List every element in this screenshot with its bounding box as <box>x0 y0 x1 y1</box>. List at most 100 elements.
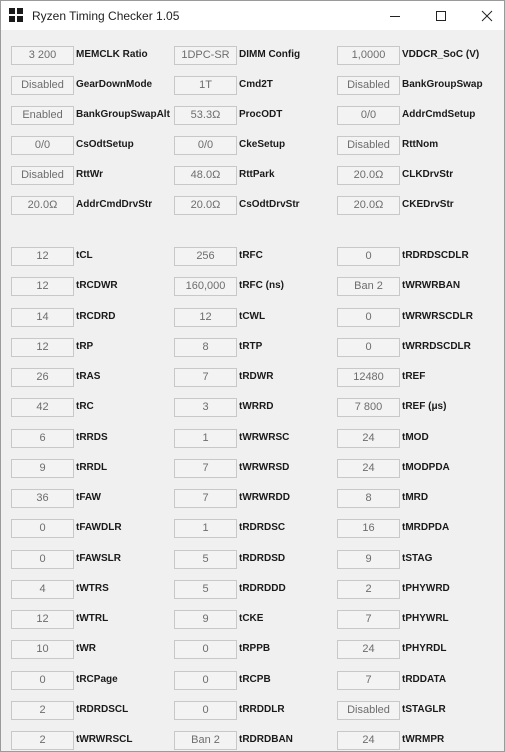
twrwrscl-value[interactable]: 2 <box>11 731 74 750</box>
cmd2t-value[interactable]: 1T <box>174 76 237 95</box>
trppb-value[interactable]: 0 <box>174 640 237 659</box>
twrwrdd-label: tWRWRDD <box>239 492 290 503</box>
csodtdrvstr-value[interactable]: 20.0Ω <box>174 196 237 215</box>
trrdl-value[interactable]: 9 <box>11 459 74 478</box>
twrwrsc-label: tWRWRSC <box>239 432 290 443</box>
procodt-label: ProcODT <box>239 109 283 120</box>
tmod-label: tMOD <box>402 432 429 443</box>
trcpage-label: tRCPage <box>76 674 118 685</box>
twr-value[interactable]: 10 <box>11 640 74 659</box>
maximize-button[interactable] <box>418 1 464 30</box>
trdrdsd-value[interactable]: 5 <box>174 550 237 569</box>
title-bar[interactable]: Ryzen Timing Checker 1.05 <box>1 1 504 30</box>
twrwrsc-value[interactable]: 1 <box>174 429 237 448</box>
twtrl-value[interactable]: 12 <box>11 610 74 629</box>
tmrdpda-value[interactable]: 16 <box>337 519 400 538</box>
twrwrdd-value[interactable]: 7 <box>174 489 237 508</box>
twrrdscdlr-label: tWRRDSCDLR <box>402 341 471 352</box>
trp-label: tRP <box>76 341 94 352</box>
tphyrdl-label: tPHYRDL <box>402 643 447 654</box>
twrwrban-value[interactable]: Ban 2 <box>337 277 400 296</box>
twrwrsd-value[interactable]: 7 <box>174 459 237 478</box>
ckedrvstr-value[interactable]: 20.0Ω <box>337 196 400 215</box>
trppb-label: tRPPB <box>239 643 271 654</box>
tcke-value[interactable]: 9 <box>174 610 237 629</box>
csodtdrvstr-label: CsOdtDrvStr <box>239 199 300 210</box>
csodtsetup-value[interactable]: 0/0 <box>11 136 74 155</box>
trcdrd-value[interactable]: 14 <box>11 308 74 327</box>
trrdl-label: tRRDL <box>76 462 108 473</box>
dimm-config-value[interactable]: 1DPC-SR <box>174 46 237 65</box>
ckesetup-label: CkeSetup <box>239 139 286 150</box>
bankgroupswapalt-value[interactable]: Enabled <box>11 106 74 125</box>
timings-panel: 3 200 MEMCLK Ratio 1DPC-SR DIMM Config 1,000… <box>1 30 504 751</box>
twrrd-value[interactable]: 3 <box>174 398 237 417</box>
trrddlr-label: tRRDDLR <box>239 704 285 715</box>
trdrdscl-value[interactable]: 2 <box>11 701 74 720</box>
trdwr-value[interactable]: 7 <box>174 368 237 387</box>
tfawdlr-value[interactable]: 0 <box>11 519 74 538</box>
twrmpr-value[interactable]: 24 <box>337 731 400 750</box>
trrddlr-value[interactable]: 0 <box>174 701 237 720</box>
tfawslr-value[interactable]: 0 <box>11 550 74 569</box>
twtrs-value[interactable]: 4 <box>11 580 74 599</box>
tfawdlr-label: tFAWDLR <box>76 522 122 533</box>
tcke-label: tCKE <box>239 613 264 624</box>
trcdwr-value[interactable]: 12 <box>11 277 74 296</box>
trdrdscdlr-value[interactable]: 0 <box>337 247 400 266</box>
trcdwr-label: tRCDWR <box>76 280 118 291</box>
trddata-value[interactable]: 7 <box>337 671 400 690</box>
memclk-ratio-value[interactable]: 3 200 <box>11 46 74 65</box>
csodtsetup-label: CsOdtSetup <box>76 139 134 150</box>
close-button[interactable] <box>464 1 504 30</box>
twrrdscdlr-value[interactable]: 0 <box>337 338 400 357</box>
clkdrvstr-value[interactable]: 20.0Ω <box>337 166 400 185</box>
tstaglr-value[interactable]: Disabled <box>337 701 400 720</box>
bankgroupswap-value[interactable]: Disabled <box>337 76 400 95</box>
trdrdscl-label: tRDRDSCL <box>76 704 129 715</box>
tmodpda-value[interactable]: 24 <box>337 459 400 478</box>
trdrdsc-value[interactable]: 1 <box>174 519 237 538</box>
twtrl-label: tWTRL <box>76 613 109 624</box>
rttpark-label: RttPark <box>239 169 275 180</box>
trc-value[interactable]: 42 <box>11 398 74 417</box>
trdrdsd-label: tRDRDSD <box>239 553 286 564</box>
tphywrd-value[interactable]: 2 <box>337 580 400 599</box>
trcpb-value[interactable]: 0 <box>174 671 237 690</box>
tmrd-value[interactable]: 8 <box>337 489 400 508</box>
tstaglr-label: tSTAGLR <box>402 704 446 715</box>
tref-value[interactable]: 12480 <box>337 368 400 387</box>
tcwl-value[interactable]: 12 <box>174 308 237 327</box>
twrwrscdlr-value[interactable]: 0 <box>337 308 400 327</box>
tstag-value[interactable]: 9 <box>337 550 400 569</box>
procodt-value[interactable]: 53.3Ω <box>174 106 237 125</box>
rttwr-value[interactable]: Disabled <box>11 166 74 185</box>
tmod-value[interactable]: 24 <box>337 429 400 448</box>
trcdrd-label: tRCDRD <box>76 311 116 322</box>
tphyrdl-value[interactable]: 24 <box>337 640 400 659</box>
tmrdpda-label: tMRDPDA <box>402 522 450 533</box>
tras-value[interactable]: 26 <box>11 368 74 387</box>
minimize-button[interactable] <box>372 1 418 30</box>
addrcmddrvstr-label: AddrCmdDrvStr <box>76 199 153 210</box>
addrcmddrvstr-value[interactable]: 20.0Ω <box>11 196 74 215</box>
trfc-value[interactable]: 256 <box>174 247 237 266</box>
trp-value[interactable]: 12 <box>11 338 74 357</box>
ckesetup-value[interactable]: 0/0 <box>174 136 237 155</box>
tfaw-value[interactable]: 36 <box>11 489 74 508</box>
rttpark-value[interactable]: 48.0Ω <box>174 166 237 185</box>
tphywrl-value[interactable]: 7 <box>337 610 400 629</box>
trdrdban-value[interactable]: Ban 2 <box>174 731 237 750</box>
trrds-value[interactable]: 6 <box>11 429 74 448</box>
trdrddd-value[interactable]: 5 <box>174 580 237 599</box>
vddcr-soc-v-value[interactable]: 1,0000 <box>337 46 400 65</box>
trtp-value[interactable]: 8 <box>174 338 237 357</box>
window-title: Ryzen Timing Checker 1.05 <box>32 9 180 23</box>
tref-s-value[interactable]: 7 800 <box>337 398 400 417</box>
addrcmdsetup-value[interactable]: 0/0 <box>337 106 400 125</box>
rttnom-value[interactable]: Disabled <box>337 136 400 155</box>
trfc-ns-value[interactable]: 160,000 <box>174 277 237 296</box>
trcpage-value[interactable]: 0 <box>11 671 74 690</box>
geardownmode-value[interactable]: Disabled <box>11 76 74 95</box>
tcl-value[interactable]: 12 <box>11 247 74 266</box>
